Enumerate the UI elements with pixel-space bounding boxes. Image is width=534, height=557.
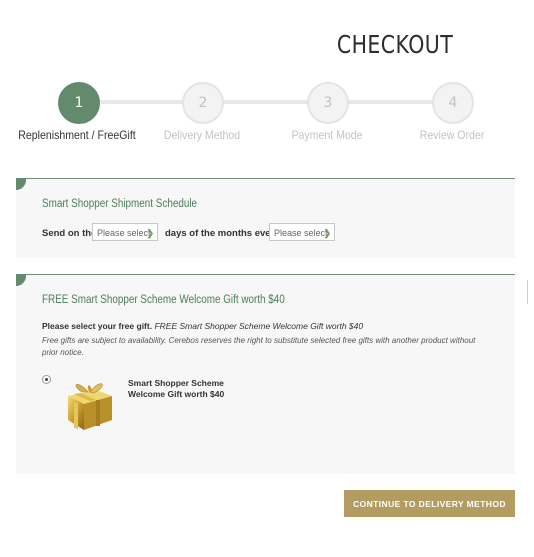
day-select-value: Please select [97, 228, 151, 238]
shipment-schedule-panel: Smart Shopper Shipment Schedule Send on … [16, 178, 515, 258]
step-3-label: Payment Mode [291, 128, 363, 142]
gift-availability-note: Free gifts are subject to availability. … [42, 336, 476, 357]
gift-option-radio[interactable] [42, 375, 51, 384]
gift-selected-value: FREE Smart Shopper Scheme Welcome Gift w… [154, 321, 364, 331]
step-4-label: Review Order [419, 128, 485, 142]
month-select[interactable]: Please select ❯ [269, 223, 335, 241]
step-3-indicator[interactable]: 3 [307, 82, 349, 124]
panel-tab-marker [16, 274, 26, 286]
day-select[interactable]: Please select ❯ [92, 223, 158, 241]
scrollbar-edge [527, 280, 534, 304]
gift-option-name: Smart Shopper Scheme Welcome Gift worth … [128, 378, 248, 400]
panel-divider [16, 274, 515, 275]
continue-to-delivery-button[interactable]: CONTINUE TO DELIVERY METHOD [344, 490, 515, 517]
chevron-down-icon: ❯ [146, 228, 154, 238]
gift-heading: FREE Smart Shopper Scheme Welcome Gift w… [42, 294, 285, 306]
send-on-label: Send on the [42, 228, 97, 239]
panel-tab-marker [16, 178, 26, 190]
page-title: CHECKOUT [336, 30, 454, 59]
step-1-indicator[interactable]: 1 [58, 82, 100, 124]
free-gift-panel: FREE Smart Shopper Scheme Welcome Gift w… [16, 274, 515, 474]
gift-name-line2: Welcome Gift worth $40 [128, 389, 225, 399]
radio-selected-dot [45, 378, 48, 381]
days-of-months-label: days of the months every [165, 228, 280, 239]
gift-select-label: Please select your free gift. [42, 321, 153, 331]
step-1-label: Replenishment / FreeGift [18, 128, 136, 142]
gift-select-line: Please select your free gift. FREE Smart… [42, 321, 363, 331]
chevron-down-icon: ❯ [323, 228, 331, 238]
gift-box-image [68, 383, 112, 430]
schedule-heading: Smart Shopper Shipment Schedule [42, 198, 198, 210]
step-2-indicator[interactable]: 2 [182, 82, 224, 124]
month-select-value: Please select [274, 228, 328, 238]
step-2-label: Delivery Method [163, 128, 241, 142]
step-4-indicator[interactable]: 4 [432, 82, 474, 124]
panel-divider [16, 178, 515, 179]
gift-name-line1: Smart Shopper Scheme [128, 378, 224, 388]
